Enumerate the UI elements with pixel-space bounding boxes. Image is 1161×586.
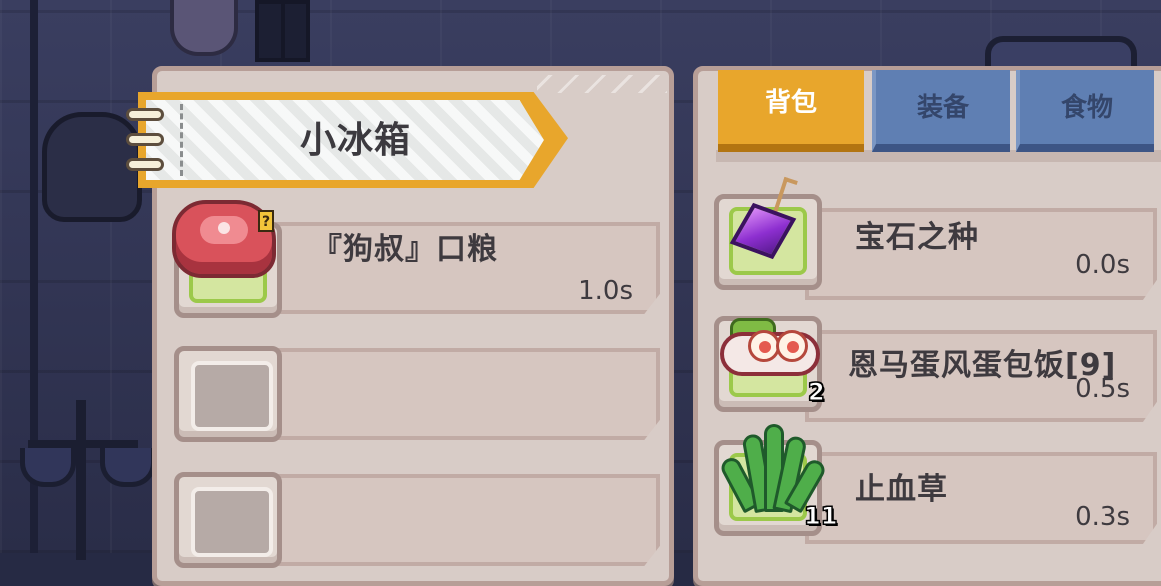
background-lamp-bar: [28, 440, 138, 448]
hemostatic-herb-icon: [718, 420, 829, 514]
tab-backpack[interactable]: 背包: [718, 70, 864, 152]
background-lamp-post: [76, 400, 86, 560]
fridge-item-time: 1.0s: [578, 276, 633, 306]
fridge-slot-row[interactable]: [268, 348, 660, 440]
fridge-empty-slot[interactable]: [174, 472, 282, 568]
background-lamp-right: [100, 448, 156, 487]
background-pot: [170, 0, 238, 56]
inventory-item-name: 宝石之种: [855, 220, 979, 255]
egg-icon: [776, 330, 808, 362]
binder-ring-icon: [126, 108, 164, 121]
empty-slot-inner: [191, 361, 273, 431]
inventory-item-name: 止血草: [855, 472, 948, 507]
background-window: [255, 0, 310, 62]
fridge-slot-row[interactable]: [268, 474, 660, 566]
background-lamp-left: [20, 448, 76, 487]
tab-food[interactable]: 食物: [1016, 70, 1154, 152]
item-count: 11: [803, 502, 838, 531]
fridge-item-name: 『狗叔』口粮: [312, 232, 498, 267]
fridge-title: 小冰箱: [300, 120, 412, 161]
inventory-item-time: 0.5s: [1075, 374, 1130, 404]
tab-equipment[interactable]: 装备: [872, 70, 1010, 152]
inventory-item-time: 0.3s: [1075, 502, 1130, 532]
question-badge-icon: ?: [258, 210, 274, 232]
item-count: 2: [808, 378, 826, 407]
binder-ring-icon: [126, 133, 164, 146]
banner-stitch-line: [180, 104, 183, 176]
fridge-empty-slot[interactable]: [174, 346, 282, 442]
empty-slot-inner: [191, 487, 273, 557]
binder-ring-icon: [126, 158, 164, 171]
inventory-item-time: 0.0s: [1075, 250, 1130, 280]
